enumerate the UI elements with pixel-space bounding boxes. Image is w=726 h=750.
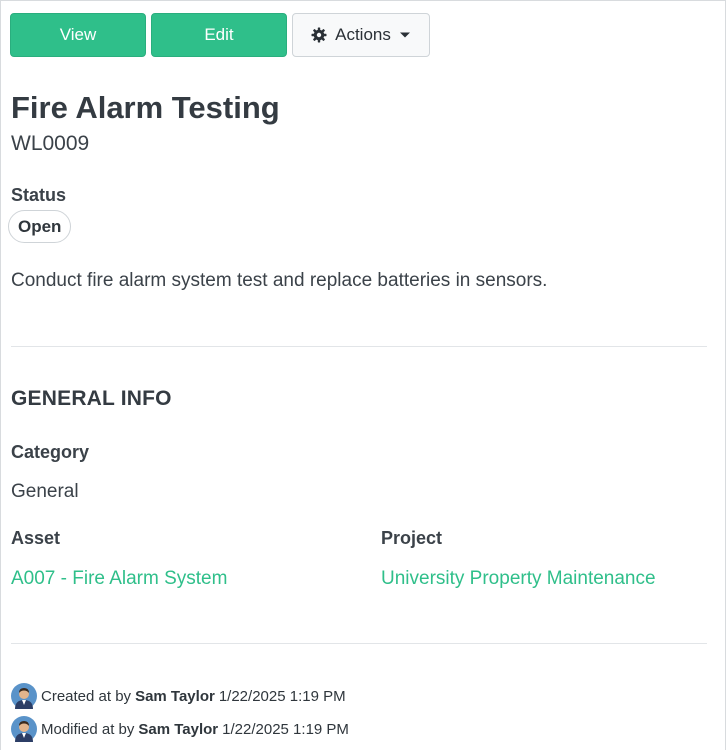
project-link[interactable]: University Property Maintenance	[381, 568, 656, 590]
created-audit-line: Created at by Sam Taylor 1/22/2025 1:19 …	[11, 683, 346, 709]
gear-icon	[311, 27, 327, 43]
modified-user: Sam Taylor	[138, 720, 219, 738]
user-avatar-icon	[11, 716, 37, 742]
modified-prefix: Modified at by	[41, 720, 135, 738]
status-badge: Open	[8, 210, 72, 243]
toolbar: View Edit Actions	[10, 13, 430, 57]
asset-label: Asset	[11, 528, 61, 548]
created-time: 1/22/2025 1:19 PM	[218, 687, 346, 705]
user-avatar-icon	[11, 683, 37, 709]
edit-button[interactable]: Edit	[151, 13, 287, 57]
description-text: Conduct fire alarm system test and repla…	[11, 270, 548, 291]
view-button[interactable]: View	[10, 13, 146, 57]
page-title: Fire Alarm Testing	[11, 90, 280, 125]
caret-down-icon	[399, 31, 411, 39]
status-label: Status	[11, 185, 67, 205]
category-label: Category	[11, 442, 90, 462]
record-code: WL0009	[11, 132, 90, 155]
divider	[11, 643, 707, 644]
modified-audit-line: Modified at by Sam Taylor 1/22/2025 1:19…	[11, 716, 349, 742]
created-user: Sam Taylor	[135, 687, 215, 705]
divider	[11, 346, 707, 347]
modified-time: 1/22/2025 1:19 PM	[222, 720, 349, 738]
created-prefix: Created at by	[41, 687, 132, 705]
actions-label: Actions	[335, 25, 391, 44]
project-label: Project	[381, 528, 443, 548]
category-value: General	[11, 481, 79, 502]
section-heading-general-info: GENERAL INFO	[11, 387, 172, 410]
actions-dropdown-button[interactable]: Actions	[292, 13, 430, 57]
asset-link[interactable]: A007 - Fire Alarm System	[11, 568, 227, 590]
